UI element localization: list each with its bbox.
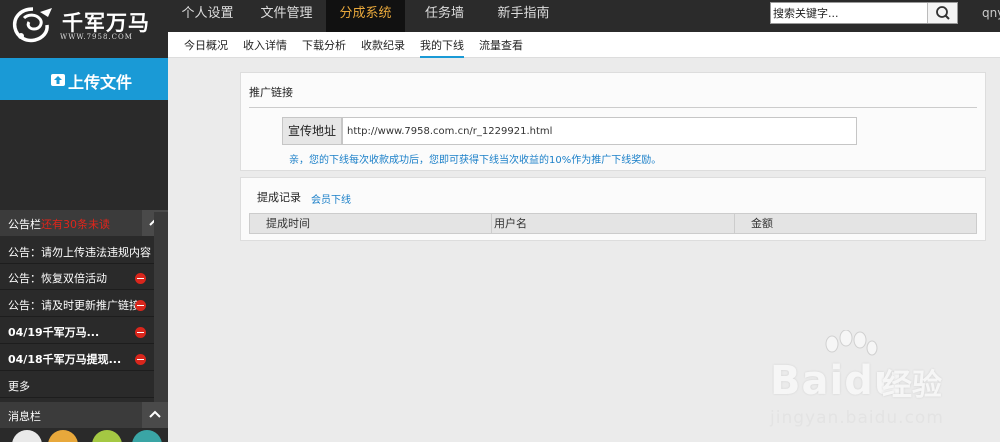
site-logo[interactable]: 千军万马 WWW.7958.COM: [0, 0, 168, 58]
notice-panel-title: 公告栏还有30条未读: [8, 218, 110, 231]
upload-icon: [51, 74, 65, 86]
tab-beginner-guide[interactable]: 新手指南: [484, 0, 563, 32]
message-panel-collapse-button[interactable]: [142, 402, 168, 428]
notice-panel-header: 公告栏还有30条未读: [0, 210, 168, 236]
search-icon: [936, 6, 950, 20]
promo-address-label: 宣传地址: [282, 117, 342, 145]
records-table-header: 提成时间 用户名 金额: [249, 213, 977, 234]
subnav-my-downlines[interactable]: 我的下线: [420, 37, 464, 58]
records-section-title: 提成记录: [257, 191, 301, 204]
username[interactable]: qny: [982, 6, 1000, 20]
upload-file-label: 上传文件: [68, 73, 133, 92]
search-box: [770, 2, 958, 24]
promo-url-field[interactable]: [342, 117, 857, 145]
subnav-traffic-view[interactable]: 流量查看: [479, 37, 523, 53]
notice-item[interactable]: 04/18千军万马提现...: [0, 345, 154, 371]
sub-nav: 今日概况 收入详情 下载分析 收款纪录 我的下线 流量查看: [168, 32, 1000, 58]
message-icons-row: [0, 430, 168, 442]
top-nav: 个人设置 文件管理 分成系统 任务墙 新手指南: [168, 0, 563, 32]
commission-records-section: 提成记录 会员下线 提成时间 用户名 金额: [240, 177, 986, 241]
watermark-jingyan: 经验: [882, 368, 942, 403]
divider: [249, 107, 977, 108]
column-header-commission-time[interactable]: 提成时间: [250, 214, 492, 233]
baidu-jingyan-watermark: Baidu 经验 jingyan.baidu.com: [770, 330, 970, 430]
notice-scrollbar[interactable]: [154, 212, 168, 402]
subnav-income-details[interactable]: 收入详情: [243, 37, 287, 53]
message-icon[interactable]: [132, 430, 162, 442]
search-input[interactable]: [773, 5, 923, 21]
subnav-today-overview[interactable]: 今日概况: [184, 37, 228, 53]
promo-link-section: 推广链接 宣传地址 亲，您的下线每次收款成功后，您即可获得下线当次收益的10%作…: [240, 72, 986, 171]
logo-url: WWW.7958.COM: [60, 33, 133, 41]
search-button[interactable]: [927, 3, 957, 23]
upload-file-button[interactable]: 上传文件: [0, 58, 168, 100]
promo-tip-text: 亲，您的下线每次收款成功后，您即可获得下线当次收益的10%作为推广下线奖励。: [289, 155, 662, 166]
message-icon[interactable]: [48, 430, 78, 442]
chevron-up-icon: [149, 410, 161, 418]
more-notices-link[interactable]: 更多: [0, 372, 154, 398]
subnav-payment-records[interactable]: 收款纪录: [361, 37, 405, 53]
tab-personal-settings[interactable]: 个人设置: [168, 0, 247, 32]
tab-file-management[interactable]: 文件管理: [247, 0, 326, 32]
new-badge-icon: [135, 354, 146, 365]
subnav-download-analysis[interactable]: 下载分析: [302, 37, 346, 53]
new-badge-icon: [135, 327, 146, 338]
watermark-url: jingyan.baidu.com: [770, 408, 944, 428]
notice-item[interactable]: 公告：请及时更新推广链接: [0, 291, 154, 317]
message-panel-title: 消息栏: [8, 410, 41, 423]
notice-item[interactable]: 公告：请勿上传违法违规内容: [0, 238, 154, 264]
message-icon[interactable]: [12, 430, 42, 442]
column-header-username[interactable]: 用户名: [492, 214, 735, 233]
message-icon[interactable]: [92, 430, 122, 442]
unread-count: 还有30条未读: [41, 218, 110, 231]
notice-item[interactable]: 公告：恢复双倍活动: [0, 264, 154, 290]
member-downlines-link[interactable]: 会员下线: [311, 191, 351, 206]
logo-emblem-icon: [12, 7, 52, 43]
new-badge-icon: [135, 300, 146, 311]
notice-item[interactable]: 04/19千军万马...: [0, 318, 154, 344]
message-panel-header: 消息栏: [0, 402, 168, 428]
column-header-amount[interactable]: 金额: [735, 214, 976, 233]
new-badge-icon: [135, 273, 146, 284]
promo-section-title: 推广链接: [249, 86, 293, 99]
tab-task-wall[interactable]: 任务墙: [405, 0, 484, 32]
sidebar: 上传文件 公告栏还有30条未读 公告：请勿上传违法违规内容 公告：恢复双倍活动 …: [0, 58, 168, 442]
tab-revenue-share[interactable]: 分成系统: [326, 0, 405, 32]
